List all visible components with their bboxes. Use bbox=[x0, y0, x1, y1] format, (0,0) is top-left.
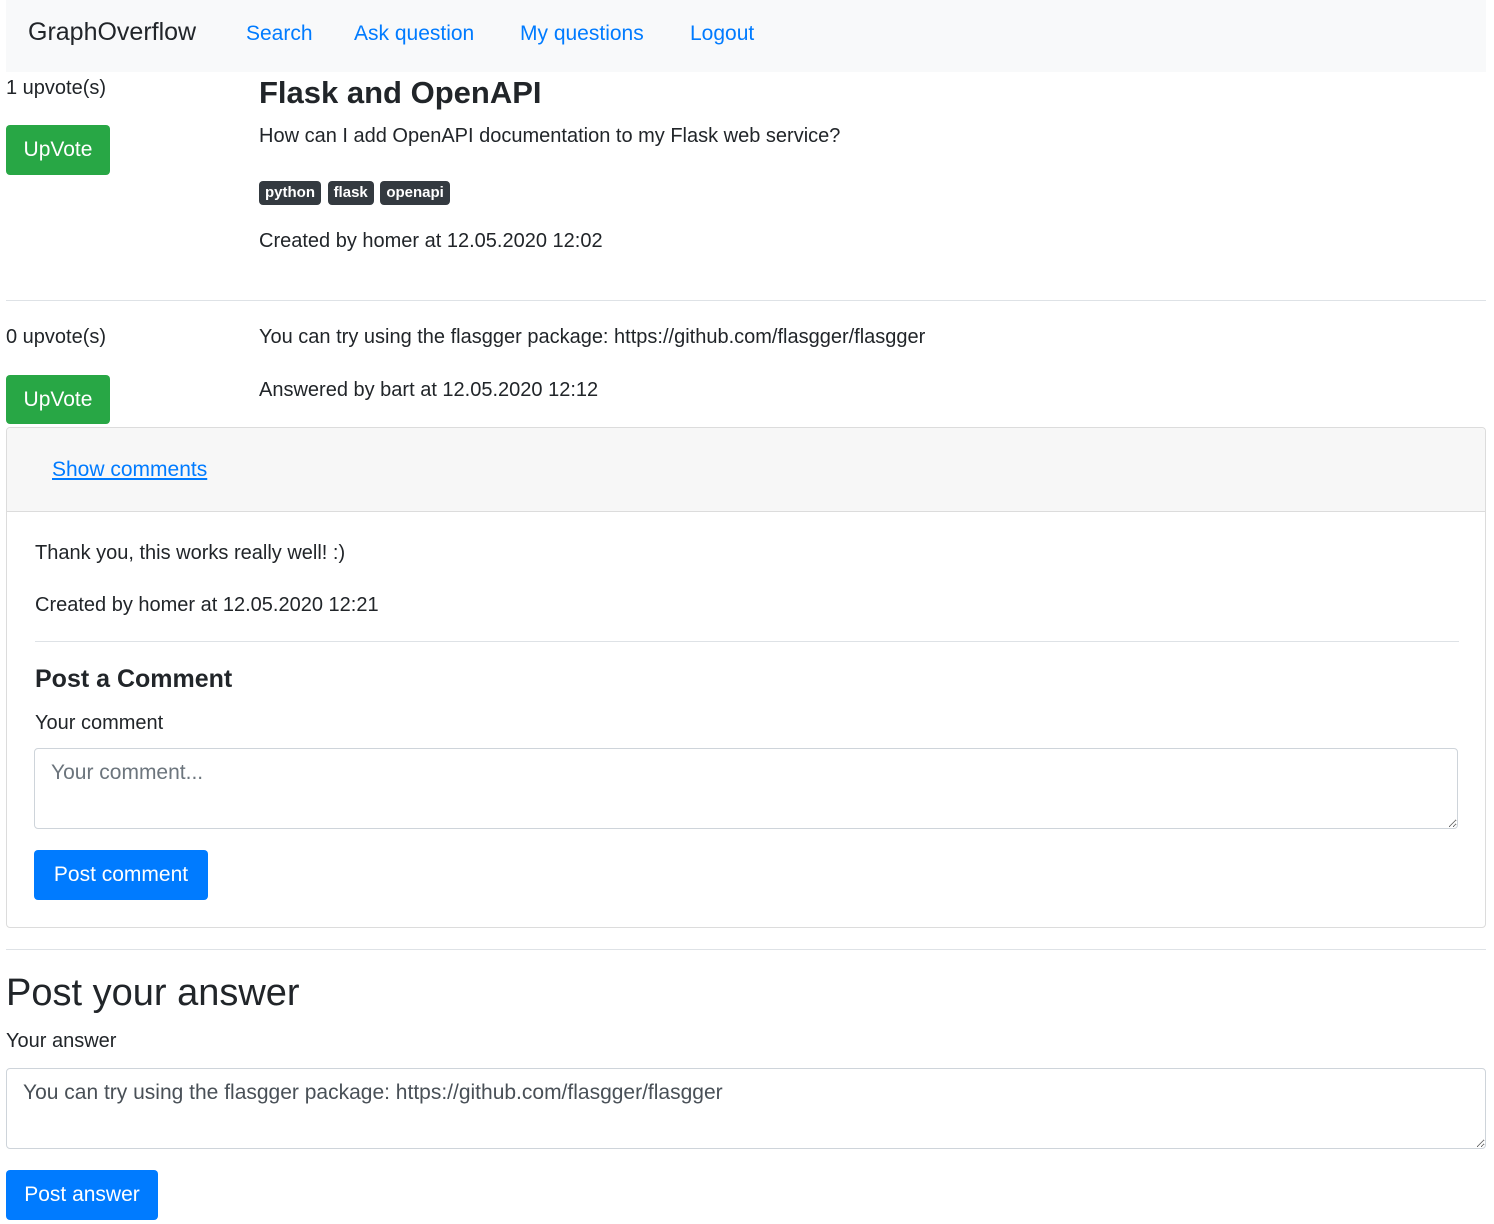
answer-textarea[interactable]: You can try using the flasgger package: … bbox=[6, 1068, 1486, 1149]
brand-logo[interactable]: GraphOverflow bbox=[28, 18, 196, 47]
answer-field-label: Your answer bbox=[6, 1030, 117, 1052]
comment-text: Thank you, this works really well! :) bbox=[35, 542, 346, 564]
post-answer-heading: Post your answer bbox=[6, 972, 300, 1014]
nav-link-logout[interactable]: Logout bbox=[690, 22, 754, 46]
question-meta: Created by homer at 12.05.2020 12:02 bbox=[259, 230, 603, 252]
tag-badge-openapi[interactable]: openapi bbox=[380, 181, 450, 205]
navbar: GraphOverflow Search Ask question My que… bbox=[6, 0, 1486, 72]
tag-badge-flask[interactable]: flask bbox=[327, 181, 374, 205]
comment-divider bbox=[35, 641, 1459, 642]
nav-link-my-questions[interactable]: My questions bbox=[520, 22, 644, 46]
question-upvote-count: 1 upvote(s) bbox=[6, 77, 107, 99]
answer-meta: Answered by bart at 12.05.2020 12:12 bbox=[259, 379, 599, 401]
nav-link-search[interactable]: Search bbox=[246, 22, 313, 46]
comment-field-label: Your comment bbox=[35, 712, 164, 734]
tag-badge-python[interactable]: python bbox=[259, 181, 321, 205]
comments-card: Show comments Thank you, this works real… bbox=[6, 427, 1486, 928]
divider bbox=[6, 300, 1486, 301]
post-answer-button[interactable]: Post answer bbox=[6, 1170, 158, 1220]
post-comment-button[interactable]: Post comment bbox=[34, 850, 208, 900]
answer-body: You can try using the flasgger package: … bbox=[259, 326, 926, 348]
post-comment-heading: Post a Comment bbox=[35, 665, 233, 693]
answer-upvote-button[interactable]: UpVote bbox=[6, 375, 110, 424]
tag-list: python flask openapi bbox=[259, 180, 451, 205]
question-title: Flask and OpenAPI bbox=[259, 75, 542, 110]
answer-upvote-count: 0 upvote(s) bbox=[6, 326, 107, 348]
divider bbox=[6, 949, 1486, 950]
comment-textarea[interactable] bbox=[34, 748, 1458, 829]
nav-link-ask-question[interactable]: Ask question bbox=[354, 22, 474, 46]
comment-meta: Created by homer at 12.05.2020 12:21 bbox=[35, 594, 379, 616]
show-comments-link[interactable]: Show comments bbox=[52, 458, 207, 482]
comments-card-header: Show comments bbox=[7, 428, 1485, 512]
question-upvote-button[interactable]: UpVote bbox=[6, 125, 110, 175]
question-body: How can I add OpenAPI documentation to m… bbox=[259, 125, 841, 147]
